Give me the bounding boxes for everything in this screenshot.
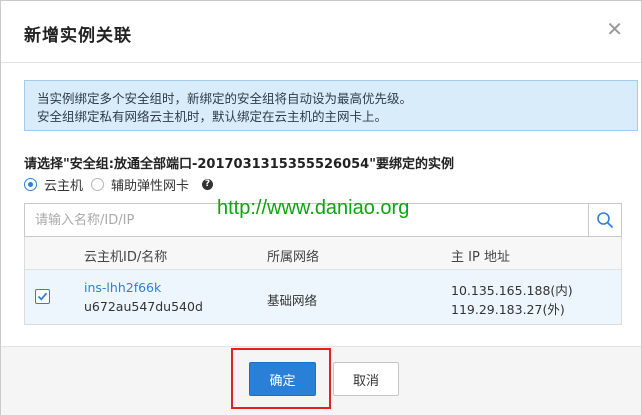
instance-id-link[interactable]: ins-lhh2f66k (84, 280, 161, 295)
instance-table: 云主机ID/名称 所属网络 主 IP 地址 ins-lhh2f66k u672a… (24, 237, 622, 325)
dialog-header: 新增实例关联 ✕ (1, 1, 641, 63)
add-instance-association-dialog: 新增实例关联 ✕ 当实例绑定多个安全组时，新绑定的安全组将自动设为最高优先级。 … (0, 0, 642, 415)
info-notice: 当实例绑定多个安全组时，新绑定的安全组将自动设为最高优先级。 安全组绑定私有网络… (24, 80, 638, 131)
notice-line-1: 当实例绑定多个安全组时，新绑定的安全组将自动设为最高优先级。 (37, 91, 413, 106)
search-icon[interactable] (588, 204, 621, 236)
table-row[interactable]: ins-lhh2f66k u672au547du540d 基础网络 10.135… (25, 270, 621, 324)
radio-cvm[interactable] (24, 177, 37, 191)
dialog-footer (1, 346, 641, 415)
dialog-title: 新增实例关联 (24, 26, 132, 46)
check-icon (37, 292, 48, 301)
instance-name: u672au547du540d (84, 299, 203, 314)
radio-cvm-label[interactable]: 云主机 (44, 175, 83, 194)
instance-private-ip: 10.135.165.188(内) (451, 283, 573, 298)
search-input[interactable] (25, 204, 590, 236)
row-checkbox[interactable] (35, 289, 50, 304)
confirm-button[interactable]: 确定 (249, 362, 316, 396)
instance-network: 基础网络 (267, 293, 318, 308)
col-header-ip: 主 IP 地址 (451, 250, 510, 265)
security-group-prompt: 请选择"安全组:放通全部端口-2017031315355526054"要绑定的实… (24, 157, 455, 172)
col-header-network: 所属网络 (267, 250, 320, 265)
radio-eni[interactable] (91, 177, 105, 191)
close-icon[interactable]: ✕ (606, 19, 623, 39)
table-header: 云主机ID/名称 所属网络 主 IP 地址 (25, 237, 621, 270)
radio-eni-label[interactable]: 辅助弹性网卡 (111, 175, 189, 194)
cancel-button[interactable]: 取消 (333, 362, 399, 396)
col-header-instance: 云主机ID/名称 (84, 250, 168, 265)
instance-public-ip: 119.29.183.27(外) (451, 302, 565, 317)
notice-line-2: 安全组绑定私有网络云主机时，默认绑定在云主机的主网卡上。 (37, 109, 388, 124)
instance-type-radio-group: 云主机 辅助弹性网卡 ? (24, 175, 214, 194)
search-box (24, 203, 622, 237)
question-icon[interactable]: ? (202, 178, 214, 190)
